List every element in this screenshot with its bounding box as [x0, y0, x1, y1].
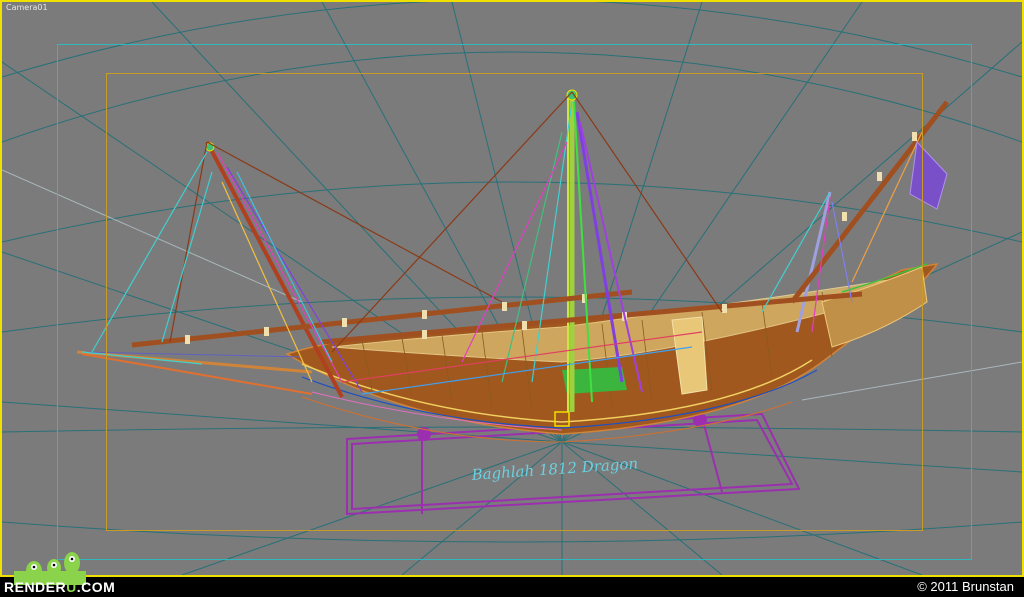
site-logo[interactable]: RENDERU.COM [4, 579, 115, 595]
action-safe-frame [106, 73, 923, 531]
camera-viewport[interactable]: Camera01 Baghlah 1812 Dragon [0, 0, 1024, 577]
copyright-text: © 2011 Brunstan [917, 579, 1014, 594]
footer: RENDERU.COM © 2011 Brunstan [0, 552, 1024, 597]
logo-accent: U [66, 579, 77, 595]
logo-prefix: RENDER [4, 579, 67, 595]
logo-suffix: .COM [76, 579, 116, 595]
